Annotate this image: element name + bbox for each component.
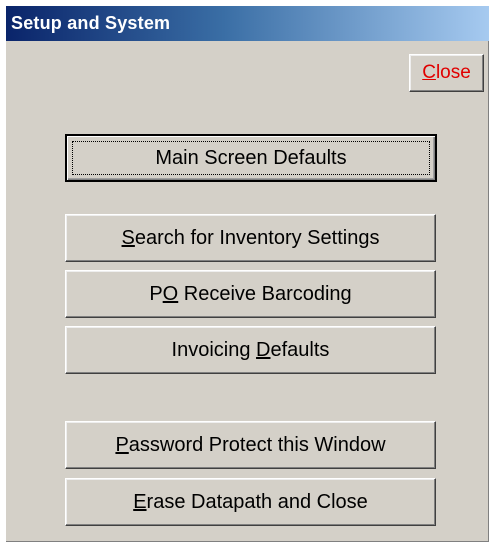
po-receive-barcoding-button[interactable]: PO Receive Barcoding <box>65 270 436 318</box>
erase-datapath-close-label: Erase Datapath and Close <box>133 490 368 513</box>
close-button-label: Close <box>422 62 471 83</box>
main-screen-defaults-button[interactable]: Main Screen Defaults <box>65 134 437 182</box>
po-receive-barcoding-label: PO Receive Barcoding <box>149 282 352 305</box>
setup-window: Setup and System Close Main Screen Defau… <box>6 6 489 542</box>
password-protect-window-label: Password Protect this Window <box>115 433 386 456</box>
invoicing-defaults-label: Invoicing Defaults <box>171 338 330 361</box>
password-protect-window-button[interactable]: Password Protect this Window <box>65 421 436 469</box>
invoicing-defaults-button[interactable]: Invoicing Defaults <box>65 326 436 374</box>
title-bar[interactable]: Setup and System <box>6 6 489 41</box>
close-button[interactable]: Close <box>409 54 484 92</box>
search-inventory-settings-label: Search for Inventory Settings <box>121 226 380 249</box>
search-inventory-settings-button[interactable]: Search for Inventory Settings <box>65 214 436 262</box>
main-screen-defaults-label: Main Screen Defaults <box>155 146 347 169</box>
erase-datapath-close-button[interactable]: Erase Datapath and Close <box>65 478 436 526</box>
window-title: Setup and System <box>11 13 171 33</box>
